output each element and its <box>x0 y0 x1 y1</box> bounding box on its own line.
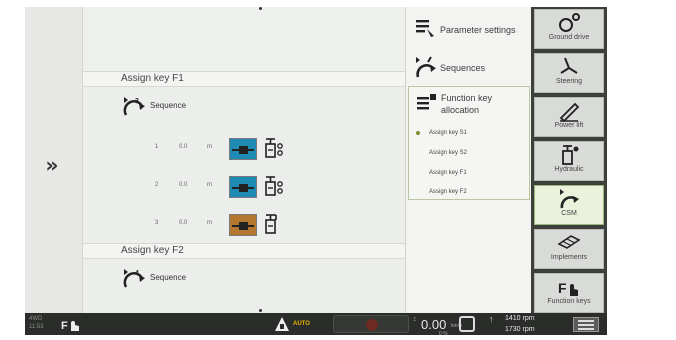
drive-mode-text: 4WD <box>29 316 43 322</box>
step-row[interactable]: 2 0.0 m <box>143 175 333 199</box>
tab-steering[interactable]: Steering <box>534 53 604 93</box>
svg-text:F: F <box>61 320 68 332</box>
clock: 4WD 11:53 <box>29 315 44 331</box>
tab-power-lift[interactable]: Power lift <box>534 97 604 137</box>
menu-item-parameter-settings[interactable]: Parameter settings <box>406 13 532 43</box>
parameter-settings-icon <box>416 20 434 37</box>
sequences-icon <box>416 56 436 78</box>
menu-item-function-key-allocation[interactable]: Function key allocation Assign key S1 As… <box>408 86 530 200</box>
step-number: 2 <box>155 182 159 188</box>
main-menu-button[interactable] <box>573 317 599 332</box>
implements-icon <box>557 235 581 249</box>
key-item-s1[interactable]: Assign key S1 <box>416 130 468 136</box>
valve-icon <box>229 176 257 198</box>
power-lift-icon <box>559 102 580 122</box>
tab-label: Power lift <box>554 122 584 129</box>
sequence-number: 4 <box>135 270 139 277</box>
direction-arrows-icon: ↕ <box>413 316 417 323</box>
key-label: Assign key F2 <box>429 189 467 195</box>
settings-menu: Parameter settings Sequences Function ke… <box>405 7 531 313</box>
camera-icon[interactable] <box>459 316 475 332</box>
selected-dot-icon <box>416 131 420 135</box>
hydraulic-icon <box>562 145 579 165</box>
svg-text:F: F <box>558 280 567 296</box>
section-header-f1: Assign key F1 <box>83 71 405 87</box>
sequence-icon: 3 <box>123 97 145 116</box>
step-row[interactable]: 3 0.0 m <box>143 213 333 237</box>
rpm-front: 1410 rpm <box>505 315 535 322</box>
section-header-f2: Assign key F2 <box>83 243 405 259</box>
hydraulic-valve-icon <box>265 138 283 158</box>
main-panel: Assign key F1 3 Sequence 1 0.0 m 2 0.0 m… <box>83 7 405 313</box>
time-text: 11:53 <box>29 324 44 330</box>
step-unit: m <box>207 144 212 150</box>
tab-implements[interactable]: Implements <box>534 229 604 269</box>
tab-hydraulic[interactable]: Hydraulic <box>534 141 604 181</box>
function-key-allocation-icon <box>417 94 436 110</box>
status-bar: 4WD 11:53 F AUTO ↕ 0.00 km/h 0 % ↑ 1410 … <box>25 313 607 335</box>
tab-label: Hydraulic <box>554 166 584 173</box>
dial-indicator <box>366 319 378 331</box>
main-top-area <box>83 7 405 71</box>
key-label: Assign key F1 <box>429 170 467 176</box>
menu-item-sequences[interactable]: Sequences <box>406 49 532 83</box>
sequence-icon: 4 <box>123 269 145 288</box>
function-key-allocation-label: Function key allocation <box>441 93 493 115</box>
step-unit: m <box>207 220 212 226</box>
parameter-settings-label: Parameter settings <box>440 25 516 35</box>
key-label: Assign key S2 <box>429 150 468 156</box>
speed-value: 0.00 <box>421 317 447 332</box>
scroll-bottom-marker <box>259 309 262 312</box>
valve-icon <box>229 214 257 236</box>
tab-ground-drive[interactable]: Ground drive <box>534 9 604 49</box>
tab-csm[interactable]: CSM <box>534 185 604 225</box>
tab-label: Function keys <box>547 298 591 305</box>
rpm-rear: 1730 rpm <box>505 326 535 333</box>
sequences-label: Sequences <box>440 63 486 73</box>
tab-label: Ground drive <box>548 34 590 41</box>
csm-icon <box>560 189 579 209</box>
step-value: 0.0 <box>179 182 188 188</box>
auto-steer-icon[interactable] <box>273 316 291 332</box>
left-strip: » <box>25 7 83 313</box>
step-row[interactable]: 1 0.0 m <box>143 137 333 161</box>
double-chevron-right-icon[interactable]: » <box>37 153 67 177</box>
key-item-f1[interactable]: Assign key F1 <box>429 170 467 176</box>
ground-drive-icon <box>559 13 580 32</box>
key-item-f2[interactable]: Assign key F2 <box>429 189 467 195</box>
steering-icon <box>560 57 578 74</box>
hydraulic-valve-icon <box>265 176 283 196</box>
speed-sub: 0 % <box>439 331 448 335</box>
tab-label: Steering <box>555 78 583 85</box>
hydraulic-valve-icon <box>265 214 277 234</box>
tab-function-keys[interactable]: F Function keys <box>534 273 604 313</box>
sequence-row-f1[interactable]: 3 Sequence <box>121 95 321 119</box>
step-number: 3 <box>155 220 159 226</box>
tab-label: Implements <box>550 254 588 261</box>
step-value: 0.0 <box>179 144 188 150</box>
sequence-number: 3 <box>135 98 139 105</box>
function-keys-icon: F <box>558 280 578 296</box>
function-key-icon[interactable]: F <box>61 317 85 332</box>
valve-icon <box>229 138 257 160</box>
key-item-s2[interactable]: Assign key S2 <box>429 150 467 156</box>
sequence-label: Sequence <box>150 273 187 282</box>
scroll-top-marker <box>259 7 262 10</box>
speed-dial[interactable] <box>333 315 409 333</box>
step-value: 0.0 <box>179 220 188 226</box>
sequence-row-f2[interactable]: 4 Sequence <box>121 267 321 291</box>
tab-label: CSM <box>561 210 577 217</box>
sequence-label: Sequence <box>150 101 187 110</box>
step-number: 1 <box>155 144 159 150</box>
key-label: Assign key S1 <box>429 130 468 136</box>
tractor-terminal-screen: » Assign key F1 3 Sequence 1 0.0 m 2 0.0… <box>25 7 607 335</box>
pto-icon: ↑ <box>489 314 494 324</box>
step-unit: m <box>207 182 212 188</box>
function-tabs: Ground drive Steering Power lift Hydraul… <box>531 7 607 313</box>
auto-label: AUTO <box>293 321 310 327</box>
